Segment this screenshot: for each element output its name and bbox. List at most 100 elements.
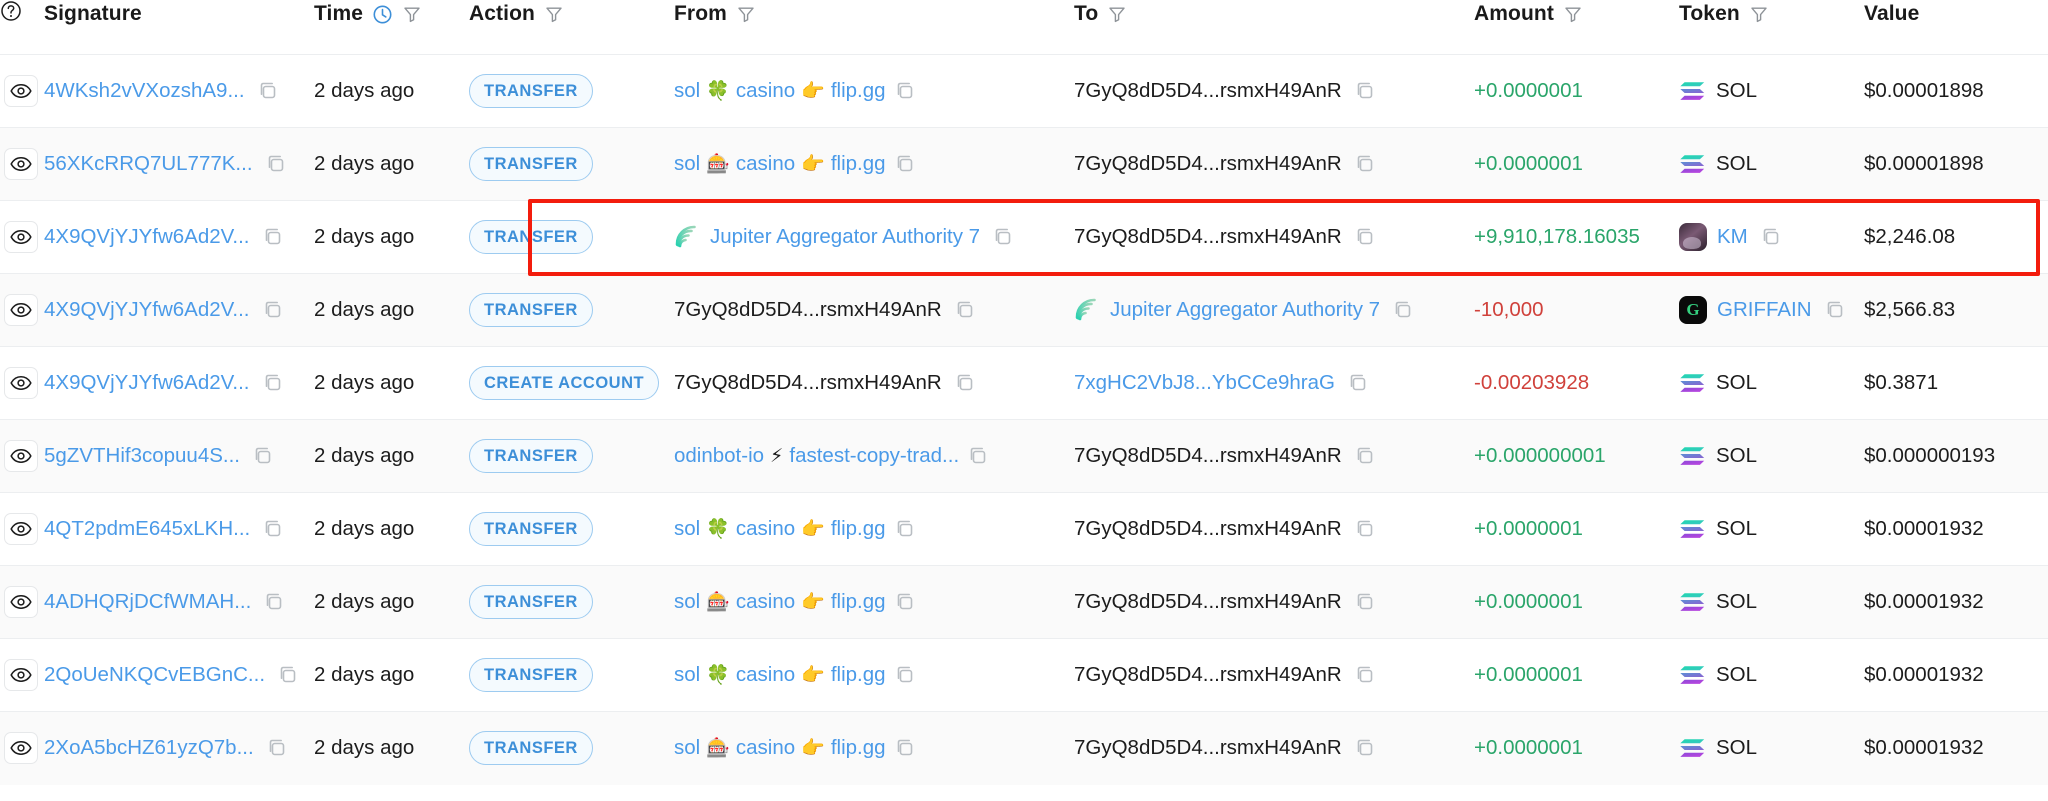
- copy-icon[interactable]: [263, 591, 285, 613]
- signature-link[interactable]: 4X9QVjYJYfw6Ad2V...: [44, 298, 250, 322]
- action-badge[interactable]: CREATE ACCOUNT: [469, 366, 660, 400]
- from-label-part[interactable]: casino: [736, 517, 795, 541]
- signature-link[interactable]: 4QT2pdmE645xLKH...: [44, 517, 250, 541]
- copy-icon[interactable]: [252, 445, 274, 467]
- table-row[interactable]: 4QT2pdmE645xLKH... 2 days ago TRANSFER sol 🍀…: [0, 492, 2048, 566]
- signature-link[interactable]: 4X9QVjYJYfw6Ad2V...: [44, 371, 250, 395]
- row-visibility-toggle[interactable]: [0, 128, 44, 201]
- copy-icon[interactable]: [1354, 226, 1376, 248]
- eye-icon[interactable]: [4, 586, 38, 618]
- header-amount[interactable]: Amount: [1474, 0, 1679, 55]
- clock-icon[interactable]: [372, 4, 393, 25]
- from-label-part[interactable]: flip.gg: [831, 663, 886, 687]
- copy-icon[interactable]: [954, 372, 976, 394]
- signature-link[interactable]: 4ADHQRjDCfWMAH...: [44, 590, 251, 614]
- header-value[interactable]: Value: [1864, 0, 2048, 55]
- table-row[interactable]: 4X9QVjYJYfw6Ad2V... 2 days ago TRANSFER Jup…: [0, 200, 2048, 274]
- filter-icon[interactable]: [1563, 4, 1583, 24]
- copy-icon[interactable]: [967, 445, 989, 467]
- action-badge[interactable]: TRANSFER: [469, 293, 593, 327]
- eye-icon[interactable]: [4, 367, 38, 399]
- signature-link[interactable]: 2QoUeNKQCvEBGnC...: [44, 663, 265, 687]
- table-row[interactable]: 4ADHQRjDCfWMAH... 2 days ago TRANSFER sol 🎰 c…: [0, 565, 2048, 639]
- from-label-part[interactable]: sol: [674, 736, 700, 760]
- filter-icon[interactable]: [544, 4, 564, 24]
- token-symbol[interactable]: GRIFFAIN: [1717, 298, 1812, 322]
- from-label-part[interactable]: casino: [736, 152, 795, 176]
- action-badge[interactable]: TRANSFER: [469, 585, 593, 619]
- from-label-part[interactable]: casino: [736, 79, 795, 103]
- table-row[interactable]: 4X9QVjYJYfw6Ad2V... 2 days ago CREATE ACCO…: [0, 346, 2048, 420]
- from-label-part[interactable]: flip.gg: [831, 517, 886, 541]
- from-label-part[interactable]: sol: [674, 79, 700, 103]
- header-signature[interactable]: Signature: [44, 0, 314, 55]
- from-label-part[interactable]: fastest-copy-trad...: [789, 444, 959, 468]
- row-visibility-toggle[interactable]: [0, 712, 44, 785]
- header-token[interactable]: Token: [1679, 0, 1864, 55]
- action-badge[interactable]: TRANSFER: [469, 658, 593, 692]
- copy-icon[interactable]: [894, 518, 916, 540]
- row-visibility-toggle[interactable]: [0, 493, 44, 566]
- action-badge[interactable]: TRANSFER: [469, 220, 593, 254]
- from-label-part[interactable]: flip.gg: [831, 590, 886, 614]
- action-badge[interactable]: TRANSFER: [469, 512, 593, 546]
- help-circle-icon[interactable]: [0, 0, 22, 22]
- copy-icon[interactable]: [1824, 299, 1846, 321]
- copy-icon[interactable]: [894, 591, 916, 613]
- copy-icon[interactable]: [894, 153, 916, 175]
- from-label-part[interactable]: flip.gg: [831, 152, 886, 176]
- header-to[interactable]: To: [1074, 0, 1474, 55]
- eye-icon[interactable]: [4, 732, 38, 765]
- copy-icon[interactable]: [1392, 299, 1414, 321]
- to-entity-label[interactable]: Jupiter Aggregator Authority 7: [1110, 298, 1380, 322]
- row-visibility-toggle[interactable]: [0, 201, 44, 274]
- action-badge[interactable]: TRANSFER: [469, 439, 593, 473]
- signature-link[interactable]: 5gZVTHif3copuu4S...: [44, 444, 240, 468]
- from-label-part[interactable]: casino: [736, 663, 795, 687]
- header-time[interactable]: Time: [314, 0, 469, 55]
- copy-icon[interactable]: [262, 226, 284, 248]
- copy-icon[interactable]: [1354, 664, 1376, 686]
- eye-icon[interactable]: [4, 294, 38, 326]
- signature-link[interactable]: 4WKsh2vVXozshA9...: [44, 79, 245, 103]
- filter-icon[interactable]: [1107, 4, 1127, 24]
- copy-icon[interactable]: [266, 737, 288, 759]
- row-visibility-toggle[interactable]: [0, 639, 44, 712]
- header-action[interactable]: Action: [469, 0, 674, 55]
- table-row[interactable]: 2QoUeNKQCvEBGnC... 2 days ago TRANSFER sol 🍀…: [0, 638, 2048, 712]
- from-label-part[interactable]: casino: [736, 736, 795, 760]
- copy-icon[interactable]: [894, 80, 916, 102]
- copy-icon[interactable]: [262, 372, 284, 394]
- to-address[interactable]: 7xgHC2VbJ8...YbCCe9hraG: [1074, 371, 1335, 395]
- table-row[interactable]: 2XoA5bcHZ61yzQ7b... 2 days ago TRANSFER sol…: [0, 711, 2048, 785]
- from-label-part[interactable]: sol: [674, 663, 700, 687]
- copy-icon[interactable]: [277, 664, 299, 686]
- filter-icon[interactable]: [1749, 4, 1769, 24]
- table-row[interactable]: 5gZVTHif3copuu4S... 2 days ago TRANSFER odi…: [0, 419, 2048, 493]
- from-label-part[interactable]: casino: [736, 590, 795, 614]
- copy-icon[interactable]: [1347, 372, 1369, 394]
- filter-icon[interactable]: [736, 4, 756, 24]
- copy-icon[interactable]: [262, 299, 284, 321]
- row-visibility-toggle[interactable]: [0, 347, 44, 420]
- action-badge[interactable]: TRANSFER: [469, 74, 593, 108]
- signature-link[interactable]: 4X9QVjYJYfw6Ad2V...: [44, 225, 250, 249]
- row-visibility-toggle[interactable]: [0, 566, 44, 639]
- header-from[interactable]: From: [674, 0, 1074, 55]
- copy-icon[interactable]: [1354, 445, 1376, 467]
- token-symbol[interactable]: KM: [1717, 225, 1748, 249]
- copy-icon[interactable]: [1760, 226, 1782, 248]
- copy-icon[interactable]: [1354, 153, 1376, 175]
- signature-link[interactable]: 2XoA5bcHZ61yzQ7b...: [44, 736, 254, 760]
- eye-icon[interactable]: [4, 659, 38, 691]
- copy-icon[interactable]: [954, 299, 976, 321]
- row-visibility-toggle[interactable]: [0, 420, 44, 493]
- from-label-part[interactable]: sol: [674, 590, 700, 614]
- from-label-part[interactable]: sol: [674, 152, 700, 176]
- from-label-part[interactable]: odinbot-io: [674, 444, 764, 468]
- from-label-part[interactable]: sol: [674, 517, 700, 541]
- copy-icon[interactable]: [1354, 591, 1376, 613]
- copy-icon[interactable]: [265, 153, 287, 175]
- table-row[interactable]: 4X9QVjYJYfw6Ad2V... 2 days ago TRANSFER 7Gy…: [0, 273, 2048, 347]
- copy-icon[interactable]: [1354, 80, 1376, 102]
